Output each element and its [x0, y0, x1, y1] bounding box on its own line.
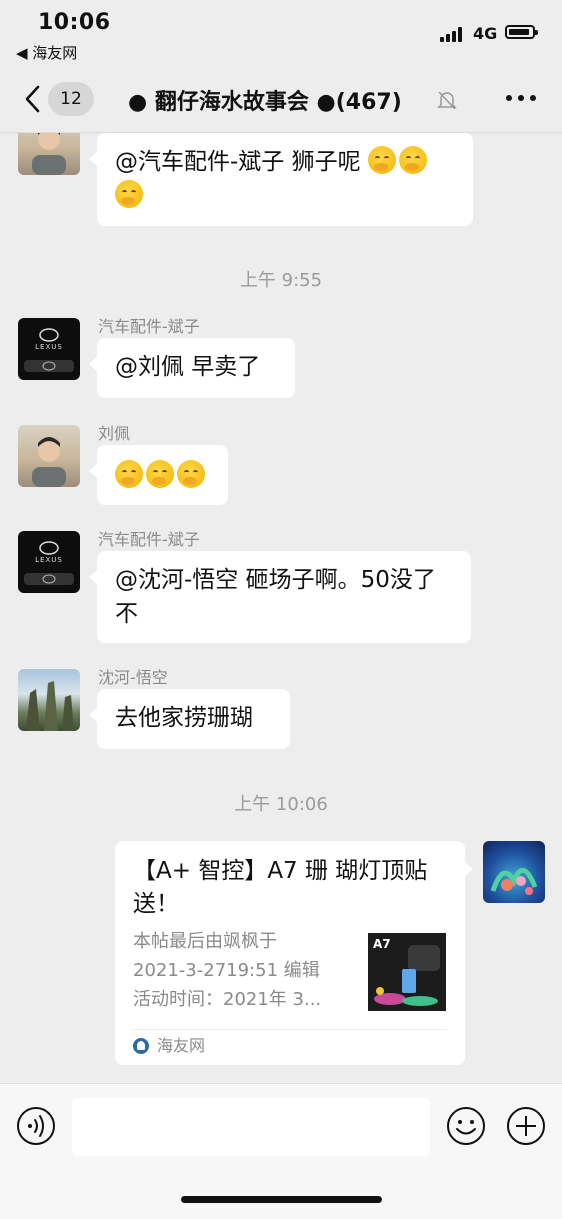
- divider: [133, 1029, 447, 1030]
- link-card-source: 海友网: [133, 1034, 205, 1058]
- chat-header: 12 ● 翻仔海水故事会 ●(467): [0, 70, 562, 133]
- avatar-car-parts[interactable]: LEXUS: [18, 318, 80, 380]
- avatar-car-parts[interactable]: LEXUS: [18, 531, 80, 593]
- message-text: 去他家捞珊瑚: [115, 705, 253, 731]
- sender-name: 刘佩: [98, 424, 131, 443]
- svg-text:LEXUS: LEXUS: [35, 343, 63, 351]
- message-bubble[interactable]: 去他家捞珊瑚: [89, 689, 290, 749]
- link-card-desc-line: 本帖最后由飒枫于: [133, 931, 277, 952]
- link-card-description: 本帖最后由飒枫于 2021-3-2719:51 编辑 活动时间：2021年 3.…: [133, 927, 355, 1014]
- link-card-desc-line: 2021-3-2719:51 编辑: [133, 960, 320, 981]
- emoji-picker-icon[interactable]: [446, 1106, 486, 1146]
- home-indicator[interactable]: [181, 1196, 382, 1203]
- avatar-self[interactable]: [483, 841, 545, 903]
- battery-icon: [505, 25, 538, 39]
- timestamp: 上午 9:55: [239, 270, 323, 291]
- message-list[interactable]: @汽车配件-斌子 狮子呢 上午 9:55 LEXUS 汽车配件-斌子 @刘佩 早…: [0, 133, 562, 1083]
- chevron-left-icon[interactable]: [20, 84, 50, 114]
- message-text: @汽车配件-斌子 狮子呢: [115, 149, 361, 175]
- message-text: @沈河-悟空 砸场子啊。50没了不: [115, 567, 436, 627]
- thinking-emoji-icon: [146, 460, 174, 488]
- source-name: 海友网: [157, 1036, 206, 1055]
- more-icon[interactable]: [504, 88, 538, 108]
- link-card-thumbnail: A7: [368, 933, 446, 1011]
- message-input[interactable]: [72, 1098, 430, 1156]
- sender-name: 汽车配件-斌子: [98, 530, 200, 549]
- bell-mute-icon: [437, 91, 457, 110]
- sender-name: 汽车配件-斌子: [98, 317, 200, 336]
- thinking-emoji-icon: [115, 180, 143, 208]
- link-card-title: 【A+ 智控】A7 珊 瑚灯顶贴送！: [133, 858, 428, 917]
- add-attachment-icon[interactable]: [506, 1106, 546, 1146]
- sender-name: 沈河-悟空: [98, 668, 168, 687]
- avatar-liu-pei[interactable]: [18, 425, 80, 487]
- status-bar: 10:06 ◀ 海友网 4G: [0, 0, 562, 70]
- chat-title: ● 翻仔海水故事会 ●(467): [128, 90, 402, 115]
- link-card[interactable]: 【A+ 智控】A7 珊 瑚灯顶贴送！ 本帖最后由飒枫于 2021-3-2719:…: [115, 841, 473, 1065]
- thumb-label: A7: [373, 937, 391, 951]
- thinking-emoji-icon: [115, 460, 143, 488]
- avatar-liu-pei[interactable]: [18, 133, 80, 175]
- clock: 10:06: [38, 10, 111, 35]
- message-text: @刘佩 早卖了: [115, 354, 261, 380]
- thinking-emoji-icon: [367, 146, 396, 174]
- svg-text:LEXUS: LEXUS: [35, 556, 63, 564]
- source-logo-icon: [133, 1038, 149, 1054]
- network-type: 4G: [473, 24, 498, 43]
- thinking-emoji-icon: [398, 146, 427, 174]
- message-bubble[interactable]: @沈河-悟空 砸场子啊。50没了不: [89, 551, 471, 643]
- avatar-shenhe-wukong[interactable]: [18, 669, 80, 731]
- back-to-app-link[interactable]: ◀ 海友网: [16, 42, 77, 63]
- message-bubble[interactable]: @刘佩 早卖了: [89, 338, 295, 398]
- signal-icon: [440, 26, 468, 42]
- unread-count-badge[interactable]: 12: [48, 82, 94, 116]
- message-bubble[interactable]: @汽车配件-斌子 狮子呢: [89, 133, 473, 226]
- message-bubble[interactable]: [89, 445, 228, 505]
- voice-input-icon[interactable]: [16, 1106, 56, 1146]
- timestamp: 上午 10:06: [234, 794, 328, 815]
- link-card-desc-line: 活动时间：2021年 3...: [133, 989, 322, 1010]
- thinking-emoji-icon: [177, 460, 205, 488]
